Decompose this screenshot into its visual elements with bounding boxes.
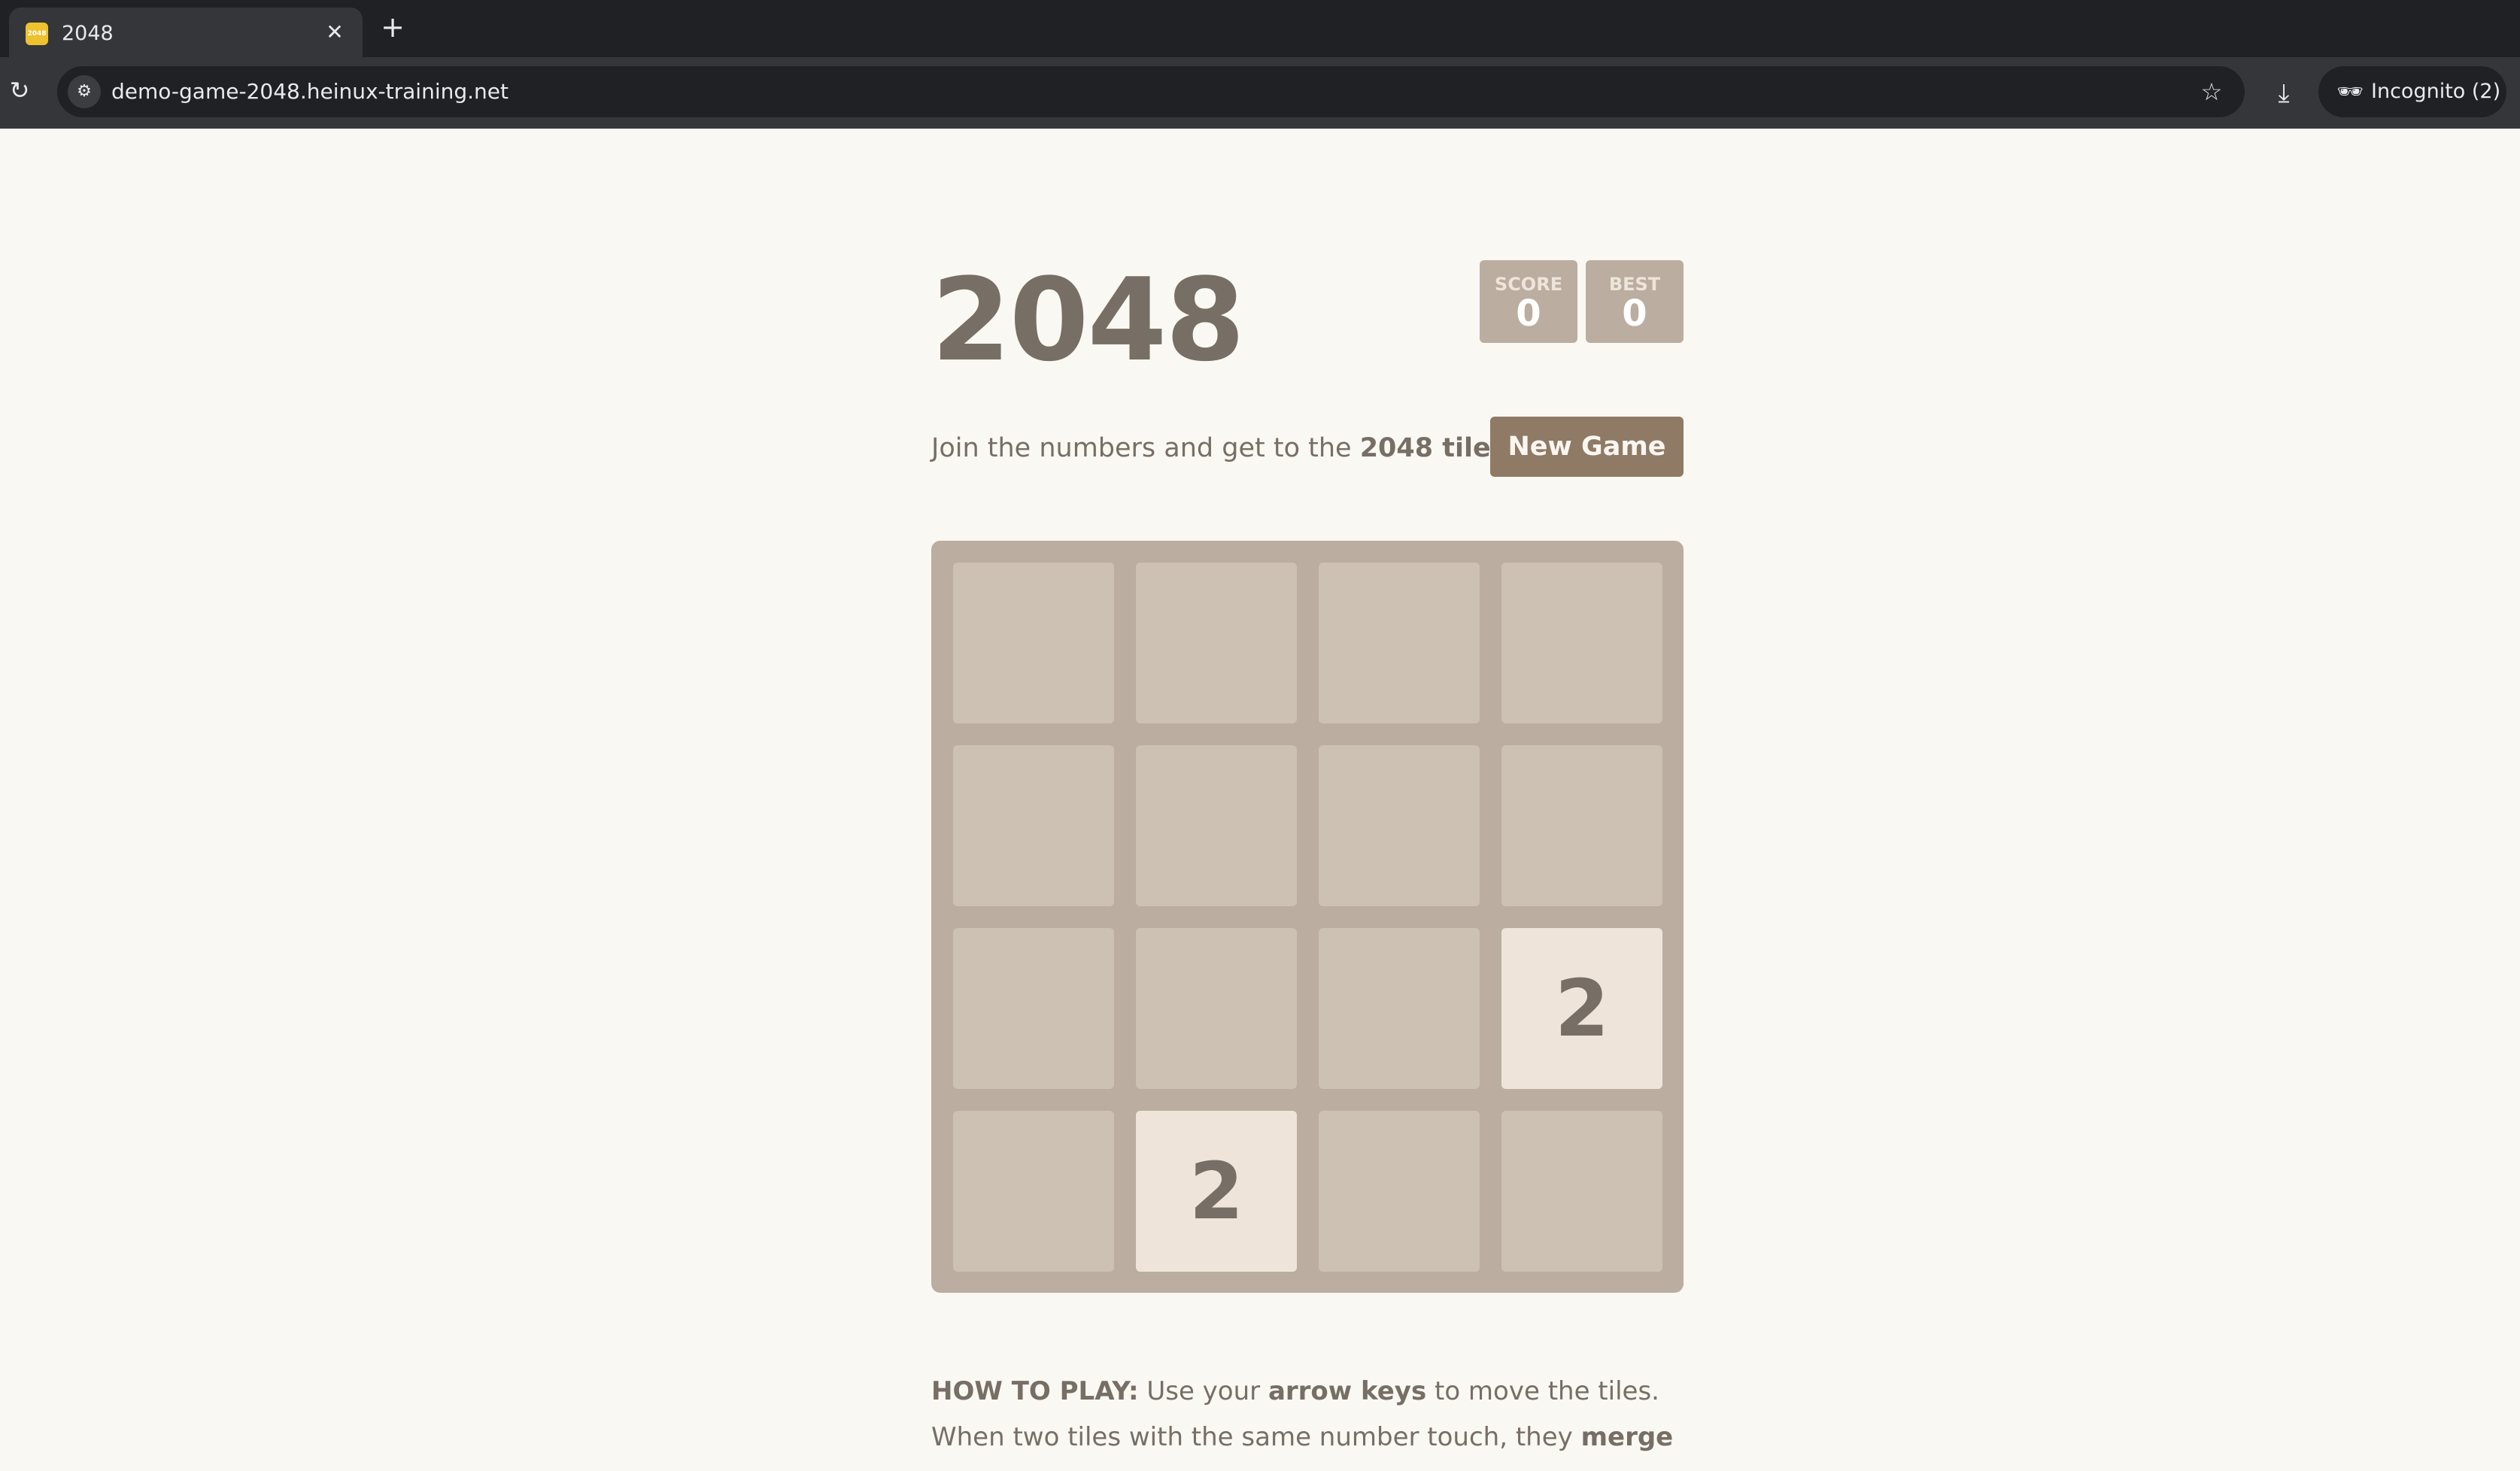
how-to-text: Use your — [1138, 1376, 1268, 1406]
grid-cell — [953, 745, 1114, 906]
star-icon[interactable]: ☆ — [2195, 75, 2228, 108]
grid-cell — [953, 928, 1114, 1089]
incognito-button[interactable]: 🕶 Incognito (2) — [2318, 66, 2506, 117]
grid-cell — [1501, 745, 1662, 906]
site-info-icon[interactable]: ⚙ — [68, 75, 101, 108]
grid-cell — [1136, 745, 1297, 906]
intro-bold: 2048 tile! — [1359, 433, 1503, 463]
grid-cell — [953, 1111, 1114, 1272]
score-label: SCORE — [1494, 274, 1563, 295]
grid-cell — [1319, 928, 1480, 1089]
game-title: 2048 — [931, 253, 1245, 387]
favicon-icon: 2048 — [26, 23, 48, 45]
grid-cell — [1319, 1111, 1480, 1272]
best-value: 0 — [1622, 293, 1647, 335]
close-icon[interactable]: ✕ — [320, 18, 349, 47]
grid-cell — [1136, 563, 1297, 723]
tile-2: 2 — [1136, 1111, 1297, 1272]
download-icon[interactable]: ⤓ — [2264, 74, 2303, 113]
grid-cell — [953, 563, 1114, 723]
how-to-bold: arrow keys — [1268, 1376, 1427, 1406]
tile-2: 2 — [1501, 928, 1662, 1089]
game-intro: Join the numbers and get to the 2048 til… — [931, 429, 1503, 468]
best-score-box: BEST 0 — [1586, 260, 1684, 343]
how-to-label: HOW TO PLAY: — [931, 1376, 1139, 1406]
grid-cell — [1136, 928, 1297, 1089]
grid-cell — [1501, 563, 1662, 723]
url-text: demo-game-2048.heinux-training.net — [111, 79, 509, 104]
grid-cell — [1319, 745, 1480, 906]
browser-tab[interactable]: 2048 2048 ✕ — [9, 8, 363, 57]
new-game-button[interactable]: New Game — [1490, 417, 1684, 477]
browser-toolbar: ↻ ⚙ demo-game-2048.heinux-training.net ☆… — [0, 57, 2520, 129]
incognito-label: Incognito (2) — [2371, 80, 2501, 103]
grid-cell — [1501, 1111, 1662, 1272]
browser-chrome: 2048 2048 ✕ + ↻ ⚙ demo-game-2048.heinux-… — [0, 0, 2520, 129]
plus-icon[interactable]: + — [376, 11, 409, 44]
address-bar[interactable]: ⚙ demo-game-2048.heinux-training.net ☆ — [57, 66, 2245, 117]
reload-icon[interactable]: ↻ — [3, 74, 36, 107]
tab-title: 2048 — [62, 22, 114, 45]
best-label: BEST — [1608, 274, 1661, 295]
score-box: SCORE 0 — [1480, 260, 1577, 343]
score-value: 0 — [1516, 293, 1541, 335]
grid-cell — [1319, 563, 1480, 723]
how-to-play: HOW TO PLAY: Use your arrow keys to move… — [931, 1369, 1691, 1471]
game-board[interactable]: 22 — [931, 541, 1684, 1293]
intro-text: Join the numbers and get to the — [931, 433, 1360, 463]
incognito-icon: 🕶 — [2336, 79, 2364, 104]
